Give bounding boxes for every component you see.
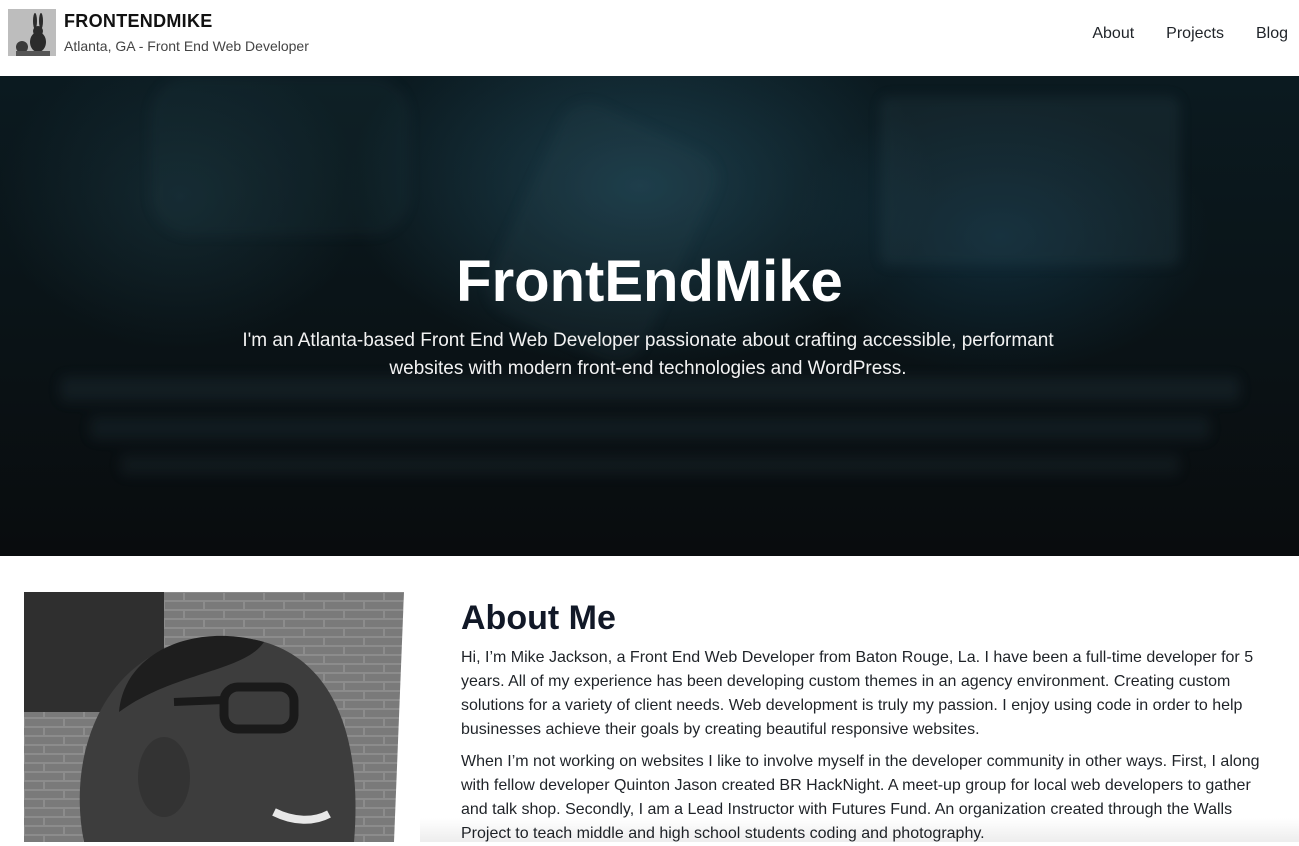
nav-link-about[interactable]: About xyxy=(1092,25,1134,43)
blurred-laptop-keyboard-photo xyxy=(60,76,1240,476)
main-nav: About Projects Blog xyxy=(1092,25,1288,43)
nav-link-projects[interactable]: Projects xyxy=(1166,25,1224,43)
scroll-fade xyxy=(420,818,1299,842)
nav-link-blog[interactable]: Blog xyxy=(1256,25,1288,43)
hero-banner: FrontEndMike I'm an Atlanta-based Front … xyxy=(0,76,1299,556)
site-tagline: Atlanta, GA - Front End Web Developer xyxy=(64,38,309,54)
site-header: FRONTENDMIKE Atlanta, GA - Front End Web… xyxy=(0,0,1299,76)
bunny-figurine-logo-icon[interactable] xyxy=(8,9,56,56)
hero-title: FrontEndMike xyxy=(456,249,843,314)
about-paragraph: Hi, I’m Mike Jackson, a Front End Web De… xyxy=(461,649,1254,738)
about-title: About Me xyxy=(461,599,616,637)
hero-intro-text: I'm an Atlanta-based Front End Web Devel… xyxy=(242,330,1054,379)
portrait-photo xyxy=(24,592,429,842)
site-title[interactable]: FRONTENDMIKE xyxy=(64,11,213,32)
